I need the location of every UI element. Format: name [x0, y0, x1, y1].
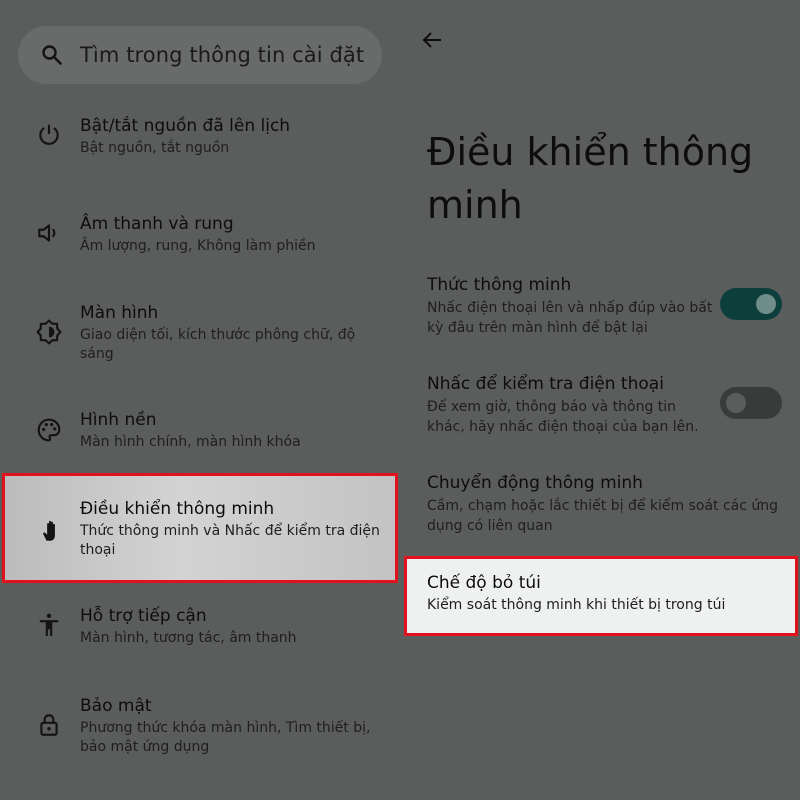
toggle-thumb	[756, 294, 776, 314]
settings-item-subtitle: Thức thông minh và Nhấc để kiểm tra điện…	[80, 523, 380, 558]
settings-item-subtitle: Âm lượng, rung, Không làm phiền	[80, 238, 316, 254]
smart-wake-toggle[interactable]	[720, 288, 782, 320]
settings-item-subtitle: Màn hình, tương tác, âm thanh	[80, 630, 297, 646]
accessibility-icon	[39, 613, 59, 636]
settings-item-title: Bảo mật	[80, 696, 152, 716]
settings-item-title: Màn hình	[80, 303, 159, 323]
pref-title: Chuyển động thông minh	[427, 473, 643, 493]
search-icon	[42, 45, 62, 65]
pref-pocket-mode[interactable]: Chế độ bỏ túi Kiểm soát thông minh khi t…	[404, 556, 798, 636]
search-placeholder: Tìm trong thông tin cài đặt	[80, 43, 365, 67]
settings-item-wallpaper[interactable]: Hình nền Màn hình chính, màn hình khóa	[0, 404, 400, 474]
pref-subtitle: Kiểm soát thông minh khi thiết bị trong …	[427, 597, 726, 613]
search-bar[interactable]: Tìm trong thông tin cài đặt	[18, 26, 382, 84]
page-title: Điều khiển thông minh	[427, 130, 754, 227]
pref-smart-motion[interactable]: Chuyển động thông minh Cầm, chạm hoặc lắ…	[427, 473, 797, 536]
pref-smart-wake[interactable]: Thức thông minh Nhấc điện thoại lên và n…	[427, 275, 717, 338]
pref-subtitle: Để xem giờ, thông báo và thông tin khác,…	[427, 399, 699, 435]
lift-to-check-toggle[interactable]	[720, 387, 782, 419]
pref-subtitle: Cầm, chạm hoặc lắc thiết bị để kiểm soát…	[427, 498, 779, 534]
settings-item-schedule[interactable]: Bật/tắt nguồn đã lên lịch Bật nguồn, tắt…	[0, 110, 400, 190]
lock-icon	[40, 714, 58, 736]
settings-item-subtitle: Màn hình chính, màn hình khóa	[80, 434, 301, 450]
settings-item-subtitle: Bật nguồn, tắt nguồn	[80, 140, 230, 156]
settings-item-display[interactable]: Màn hình Giao diện tối, kích thước phông…	[0, 297, 400, 377]
settings-item-title: Hỗ trợ tiếp cận	[80, 606, 207, 626]
power-icon	[39, 124, 59, 145]
settings-item-subtitle: Phương thức khóa màn hình, Tìm thiết bị,…	[80, 720, 371, 755]
settings-item-security[interactable]: Bảo mật Phương thức khóa màn hình, Tìm t…	[0, 690, 400, 770]
smart-control-panel: Điều khiển thông minh Thức thông minh Nh…	[400, 0, 800, 800]
settings-panel: Tìm trong thông tin cài đặt Bật/tắt nguồ…	[0, 0, 400, 800]
toggle-thumb	[726, 393, 746, 413]
brightness-icon	[36, 319, 62, 345]
settings-item-sound[interactable]: Âm thanh và rung Âm lượng, rung, Không l…	[0, 208, 400, 288]
pref-subtitle: Nhấc điện thoại lên và nhấp đúp vào bất …	[427, 300, 713, 336]
pref-lift-to-check[interactable]: Nhấc để kiểm tra điện thoại Để xem giờ, …	[427, 374, 717, 437]
settings-item-title: Âm thanh và rung	[80, 214, 234, 234]
settings-item-accessibility[interactable]: Hỗ trợ tiếp cận Màn hình, tương tác, âm …	[0, 600, 400, 670]
settings-item-title: Bật/tắt nguồn đã lên lịch	[80, 116, 291, 136]
settings-item-title: Hình nền	[80, 410, 157, 430]
palette-icon	[37, 418, 61, 442]
back-arrow-icon[interactable]	[420, 28, 444, 52]
pref-title: Nhấc để kiểm tra điện thoại	[427, 374, 664, 394]
settings-item-title: Điều khiển thông minh	[80, 499, 275, 519]
pref-title: Chế độ bỏ túi	[427, 573, 541, 593]
settings-item-subtitle: Giao diện tối, kích thước phông chữ, độ …	[80, 327, 356, 362]
hand-icon	[43, 520, 55, 541]
volume-icon	[38, 224, 56, 242]
settings-item-smart-control[interactable]: Điều khiển thông minh Thức thông minh và…	[2, 473, 398, 583]
pref-title: Thức thông minh	[427, 275, 572, 295]
